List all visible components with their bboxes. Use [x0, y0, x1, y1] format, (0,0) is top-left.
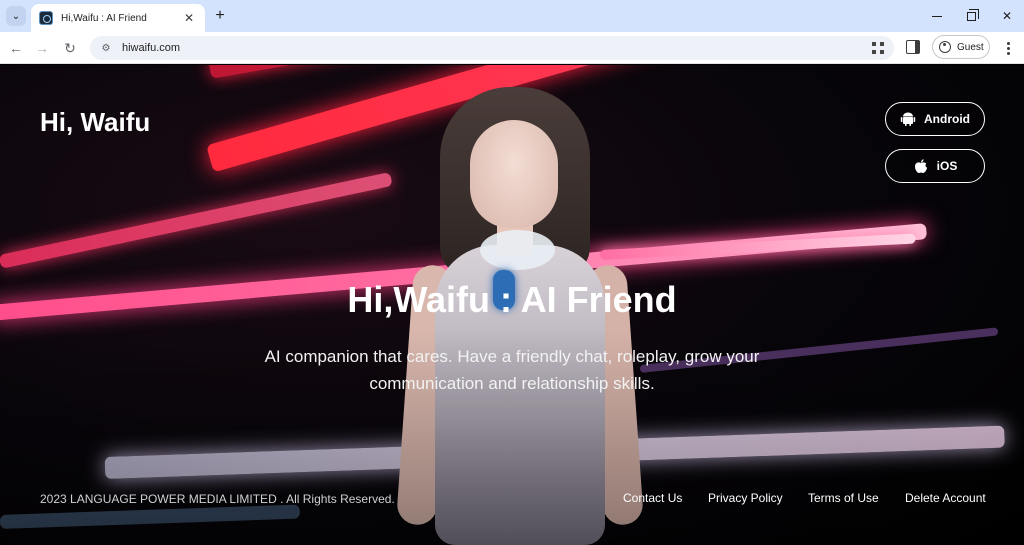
apple-icon [914, 159, 927, 173]
ios-button-label: iOS [936, 159, 958, 173]
restore-button[interactable] [954, 0, 988, 32]
qr-code-icon[interactable] [872, 42, 884, 54]
forward-button[interactable]: → [32, 38, 52, 58]
close-icon: ✕ [1001, 9, 1013, 23]
footer-copyright: 2023 LANGUAGE POWER MEDIA LIMITED . All … [40, 492, 395, 506]
android-button-label: Android [924, 112, 970, 126]
footer-link-terms-of-use[interactable]: Terms of Use [808, 491, 879, 505]
browser-tab-bar: ⌄ Hi,Waifu : AI Friend ✕ + ✕ [0, 0, 1024, 32]
arrow-left-icon: ← [9, 40, 23, 56]
side-panel-icon[interactable] [906, 40, 920, 54]
tab-title: Hi,Waifu : AI Friend [61, 12, 147, 24]
tab-close-icon[interactable]: ✕ [181, 11, 197, 25]
profile-button[interactable]: Guest [932, 35, 990, 59]
arrow-right-icon: → [35, 40, 49, 56]
footer-link-contact-us[interactable]: Contact Us [623, 491, 682, 505]
menu-kebab-icon[interactable] [1000, 38, 1016, 58]
reload-icon: ↻ [64, 39, 76, 56]
tab-search-icon[interactable]: ⌄ [6, 6, 26, 26]
site-info-icon[interactable]: ⚙ [98, 40, 114, 56]
site-favicon-icon [39, 11, 53, 25]
minimize-icon [932, 15, 942, 17]
restore-icon [966, 8, 979, 21]
browser-toolbar: ← → ↻ ⚙ hiwaifu.com Guest [0, 32, 1024, 64]
page-hero: Hi, Waifu Android iOS Hi,Waifu : AI Frie… [0, 65, 1024, 545]
browser-tab[interactable]: Hi,Waifu : AI Friend ✕ [31, 4, 205, 32]
profile-label: Guest [957, 41, 984, 53]
ios-download-button[interactable]: iOS [885, 149, 985, 183]
new-tab-button[interactable]: + [210, 6, 230, 26]
minimize-button[interactable] [920, 0, 954, 32]
profile-icon [939, 41, 951, 53]
close-window-button[interactable]: ✕ [990, 0, 1024, 32]
footer-link-privacy-policy[interactable]: Privacy Policy [708, 491, 783, 505]
hero-subtitle: AI companion that cares. Have a friendly… [264, 347, 760, 393]
reload-button[interactable]: ↻ [60, 38, 80, 58]
footer-link-delete-account[interactable]: Delete Account [905, 491, 986, 505]
back-button[interactable]: ← [6, 38, 26, 58]
address-bar[interactable]: ⚙ hiwaifu.com [90, 36, 894, 60]
url-text[interactable]: hiwaifu.com [122, 42, 872, 54]
hero-title: Hi,Waifu : AI Friend [347, 279, 677, 320]
android-download-button[interactable]: Android [885, 102, 985, 136]
site-logo[interactable]: Hi, Waifu [40, 107, 150, 138]
android-icon [900, 112, 916, 126]
